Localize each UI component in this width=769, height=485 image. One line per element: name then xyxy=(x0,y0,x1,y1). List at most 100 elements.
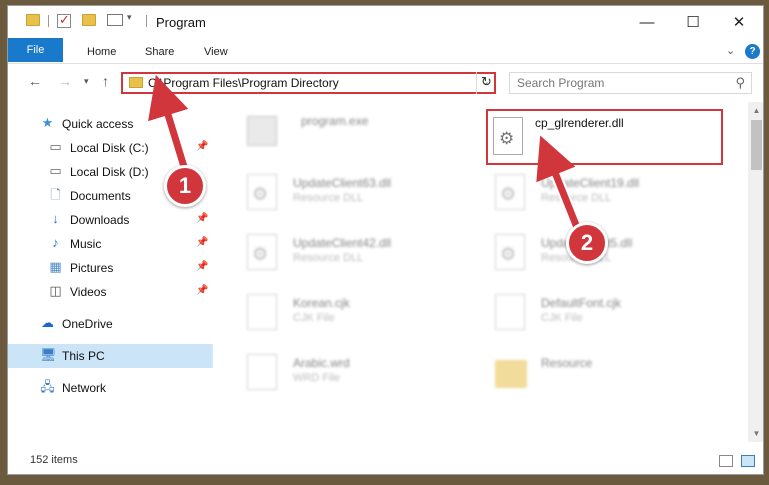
file-item-updateclient63[interactable]: UpdateClient63.dll Resource DLL xyxy=(225,170,455,216)
dll-gear-icon xyxy=(493,117,523,155)
minimize-button[interactable]: — xyxy=(624,6,670,38)
details-view-icon[interactable] xyxy=(719,455,733,467)
network-icon: 🖧 xyxy=(40,379,55,394)
nav-item-label: Pictures xyxy=(70,261,114,275)
properties-check-icon[interactable] xyxy=(57,12,71,28)
item-count: 152 items xyxy=(30,454,78,466)
toolbar-separator xyxy=(146,15,147,27)
nav-item-pictures[interactable]: ▦ Pictures 📌 xyxy=(8,256,213,280)
star-icon: ★ xyxy=(41,115,54,130)
file-icon xyxy=(495,294,525,330)
maximize-button[interactable]: ☐ xyxy=(670,6,716,38)
close-button[interactable]: ✕ xyxy=(716,6,762,38)
file-name: UpdateClient19.dll xyxy=(541,176,640,190)
recent-locations-chevron-icon[interactable]: ▾ xyxy=(84,76,89,87)
nav-item-onedrive[interactable]: ☁ OneDrive xyxy=(8,312,213,336)
tab-file[interactable]: File xyxy=(8,38,63,62)
nav-item-local-disk-c[interactable]: ▭ Local Disk (C:) 📌 xyxy=(8,136,213,160)
search-icon[interactable]: ⚲ xyxy=(735,75,745,91)
pin-icon[interactable]: 📌 xyxy=(196,237,208,248)
dll-gear-icon xyxy=(495,234,525,270)
tab-home[interactable]: Home xyxy=(87,42,116,62)
window-title: Program xyxy=(156,15,206,30)
nav-item-label: Quick access xyxy=(62,117,134,131)
cloud-icon: ☁ xyxy=(41,315,54,330)
file-item-defaultfont-cjk[interactable]: DefaultFont.cjk CJK File xyxy=(473,290,703,336)
file-icon xyxy=(247,294,277,330)
nav-item-label: Downloads xyxy=(70,213,130,227)
file-name: DefaultFont.cjk xyxy=(541,296,622,310)
file-item-cp-glrenderer-dll[interactable]: cp_glrenderer.dll xyxy=(486,109,723,165)
pin-icon[interactable]: 📌 xyxy=(196,213,208,224)
toolbar-separator xyxy=(48,15,49,27)
nav-item-network[interactable]: 🖧 Network xyxy=(8,376,213,400)
drive-icon: ▭ xyxy=(49,139,62,154)
nav-item-label: Local Disk (D:) xyxy=(70,165,149,179)
pin-icon[interactable]: 📌 xyxy=(196,261,208,272)
up-button[interactable]: ↑ xyxy=(102,73,109,89)
download-icon: ↓ xyxy=(52,211,59,226)
music-icon: ♪ xyxy=(52,235,59,250)
customize-toolbar-icon[interactable] xyxy=(107,14,123,26)
expand-ribbon-icon[interactable]: ⌄ xyxy=(726,44,735,57)
address-path[interactable]: C:\Program Files\Program Directory xyxy=(148,76,339,90)
folder-icon xyxy=(26,14,40,26)
nav-item-label: Network xyxy=(62,381,107,395)
file-item-updateclient19[interactable]: UpdateClient19.dll Resource DLL xyxy=(473,170,703,216)
nav-item-downloads[interactable]: ↓ Downloads 📌 xyxy=(8,208,213,232)
drive-icon: ▭ xyxy=(49,163,62,178)
tab-share[interactable]: Share xyxy=(145,42,174,62)
tiles-view-icon[interactable] xyxy=(741,455,755,467)
nav-item-this-pc[interactable]: 🖥 This PC xyxy=(8,344,213,368)
videos-icon: ◫ xyxy=(49,283,62,298)
step-2-badge: 2 xyxy=(566,222,608,264)
file-item-arabic-wrd[interactable]: Arabic.wrd WRD File xyxy=(225,350,455,396)
new-folder-icon[interactable] xyxy=(82,14,96,26)
help-icon[interactable]: ? xyxy=(745,44,760,59)
nav-item-label: This PC xyxy=(62,349,105,363)
file-type: CJK File xyxy=(293,312,335,324)
file-type: CJK File xyxy=(541,312,583,324)
computer-icon: 🖥 xyxy=(40,347,57,362)
back-button[interactable]: ← xyxy=(28,73,42,89)
address-toolbar: ← → ▾ ↑ C:\Program Files\Program Directo… xyxy=(8,65,763,99)
search-input[interactable] xyxy=(510,73,725,93)
file-type: Resource DLL xyxy=(293,252,364,264)
file-icon xyxy=(247,354,277,390)
file-type: Resource DLL xyxy=(541,192,612,204)
nav-item-label: Documents xyxy=(70,189,131,203)
ribbon-tabs: File Home Share View ⌄ ? xyxy=(8,38,763,64)
search-box[interactable]: ⚲ xyxy=(509,72,752,94)
dll-gear-icon xyxy=(247,174,277,210)
file-type: Resource DLL xyxy=(293,192,364,204)
nav-item-videos[interactable]: ◫ Videos 📌 xyxy=(8,280,213,304)
scroll-thumb[interactable] xyxy=(751,120,762,170)
file-name: Resource xyxy=(541,356,593,370)
file-name: UpdateClient42.dll xyxy=(293,236,392,250)
file-item-program-exe[interactable]: program.exe xyxy=(225,108,455,154)
pin-icon[interactable]: 📌 xyxy=(196,285,208,296)
chevron-down-icon[interactable]: ▾ xyxy=(127,12,132,23)
refresh-button[interactable]: ↻ xyxy=(476,72,496,94)
file-name: Arabic.wrd xyxy=(293,356,350,370)
vertical-scrollbar[interactable]: ▲ ▼ xyxy=(748,102,763,442)
explorer-window: ▾ Program — ☐ ✕ File Home Share View ⌄ ?… xyxy=(7,5,764,475)
dll-gear-icon xyxy=(495,174,525,210)
scroll-down-arrow-icon[interactable]: ▼ xyxy=(748,425,763,442)
nav-item-label: Music xyxy=(70,237,102,251)
address-bar[interactable]: C:\Program Files\Program Directory ⌄ xyxy=(121,72,496,94)
status-bar: 152 items xyxy=(8,447,763,474)
nav-item-quick-access[interactable]: ★ Quick access xyxy=(8,112,213,136)
tab-view[interactable]: View xyxy=(204,42,228,62)
file-item-updateclient42[interactable]: UpdateClient42.dll Resource DLL xyxy=(225,230,455,276)
file-item-korean-cjk[interactable]: Korean.cjk CJK File xyxy=(225,290,455,336)
file-name: Korean.cjk xyxy=(293,296,350,310)
nav-item-label: Videos xyxy=(70,285,107,299)
pin-icon[interactable]: 📌 xyxy=(196,141,208,152)
file-item-resource-folder[interactable]: Resource xyxy=(473,350,703,396)
forward-button[interactable]: → xyxy=(58,73,72,89)
file-type: WRD File xyxy=(293,372,341,384)
scroll-up-arrow-icon[interactable]: ▲ xyxy=(748,102,763,119)
navigation-pane: ★ Quick access ▭ Local Disk (C:) 📌 ▭ Loc… xyxy=(8,102,213,442)
nav-item-music[interactable]: ♪ Music 📌 xyxy=(8,232,213,256)
